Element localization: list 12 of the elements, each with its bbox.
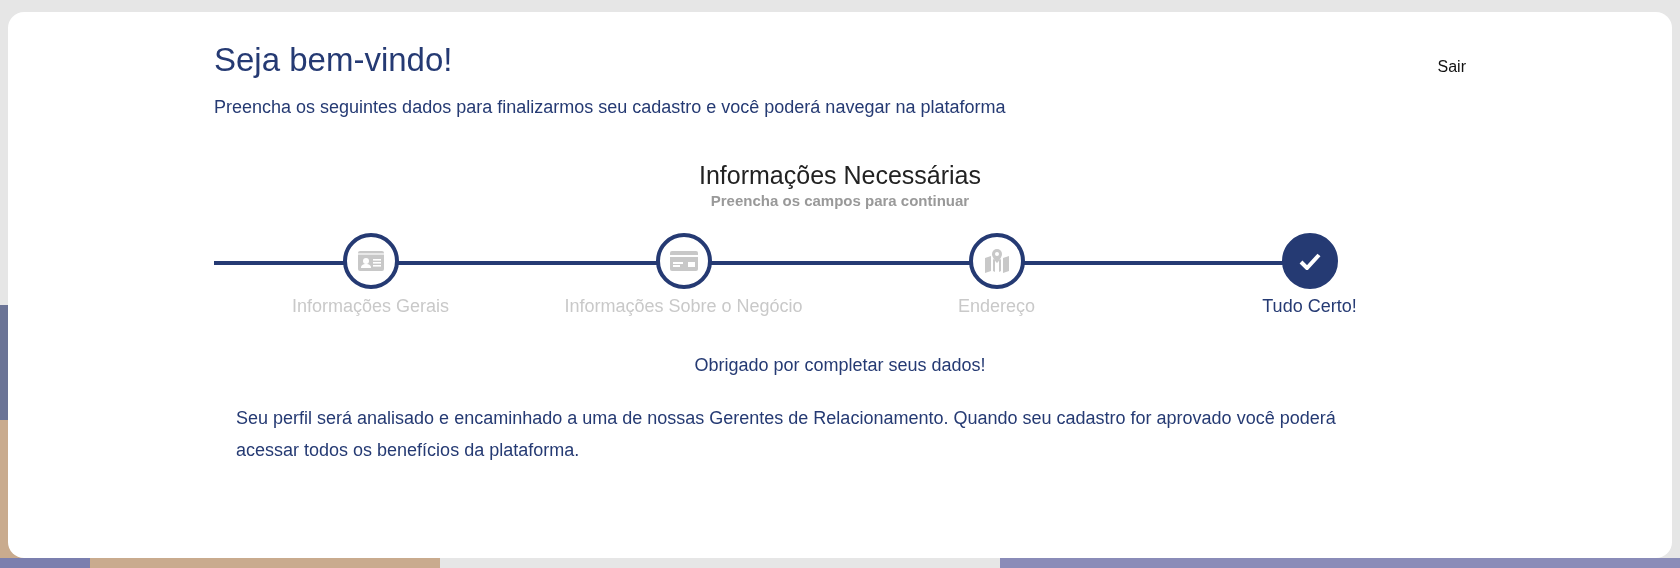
- logout-link[interactable]: Sair: [1437, 58, 1466, 76]
- check-icon: [1298, 252, 1321, 270]
- card-icon: [669, 251, 698, 271]
- welcome-title: Seja bem-vindo!: [214, 40, 454, 80]
- section-title: Informações Necessárias: [697, 160, 983, 190]
- section-subtitle: Preencha os campos para continuar: [709, 192, 971, 209]
- step-label: Tudo Certo!: [1262, 296, 1357, 317]
- welcome-subtitle: Preencha os seguintes dados para finalizarmos seu cadastro e você poderá navegar na plataforma: [214, 96, 1007, 119]
- thanks-message: Obrigado por completar seus dados!: [693, 355, 987, 376]
- id-card-icon: [357, 251, 384, 271]
- info-paragraph: Seu perfil será analisado e encaminhado a uma de nossas Gerentes de Relacionamento. Quando seu cadastro for aprovado você poderá acessar todos os benefícios da plataforma.: [236, 407, 1336, 462]
- map-pin-icon: [984, 249, 1009, 273]
